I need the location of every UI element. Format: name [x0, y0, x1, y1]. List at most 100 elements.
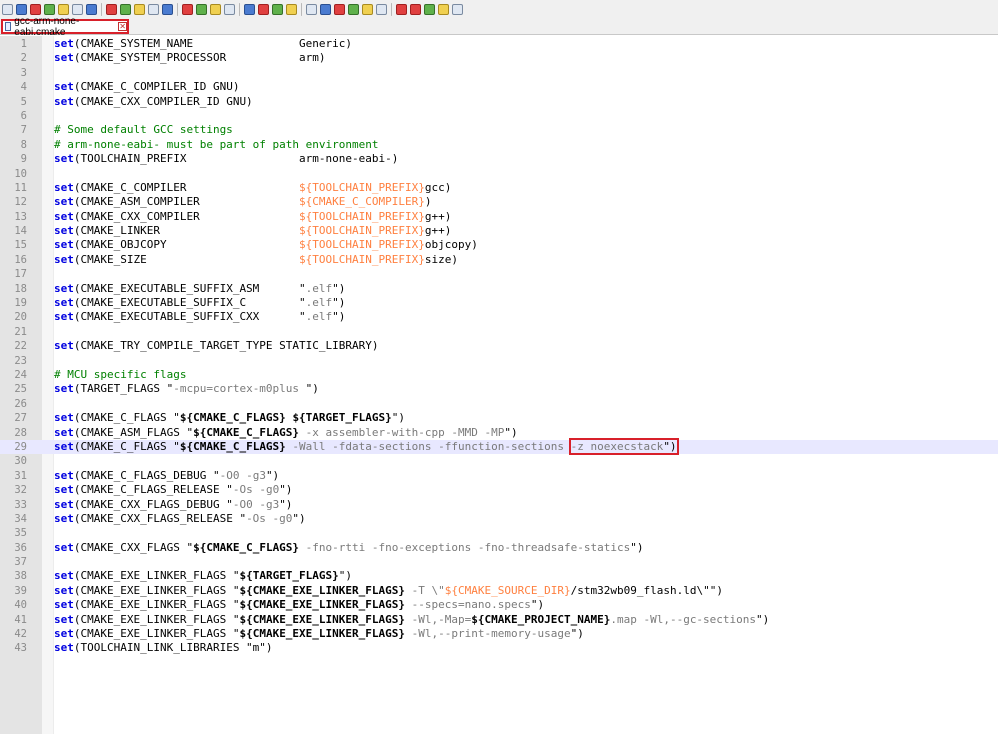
code-text: set(CMAKE_EXECUTABLE_SUFFIX_CXX ".elf"): [54, 310, 345, 324]
new-file-icon[interactable]: [2, 3, 13, 15]
code-line[interactable]: 35: [0, 526, 998, 540]
zoom-out-icon[interactable]: [224, 3, 235, 15]
code-text: # Some default GCC settings: [54, 123, 233, 137]
code-line[interactable]: 17: [0, 267, 998, 281]
code-token: "): [338, 569, 353, 583]
code-text: set(CMAKE_EXE_LINKER_FLAGS "${CMAKE_EXE_…: [54, 613, 769, 627]
code-line[interactable]: 27 set(CMAKE_C_FLAGS "${CMAKE_C_FLAGS} ${…: [0, 411, 998, 425]
code-token: "): [265, 468, 280, 482]
code-line[interactable]: 6: [0, 109, 998, 123]
run-macro-icon[interactable]: [438, 3, 449, 15]
code-line[interactable]: 12 set(CMAKE_ASM_COMPILER ${CMAKE_C_COMPI…: [0, 195, 998, 209]
monitoring-icon[interactable]: [376, 3, 387, 15]
code-line[interactable]: 22 set(CMAKE_TRY_COMPILE_TARGET_TYPE STAT…: [0, 339, 998, 353]
save-all-icon[interactable]: [44, 3, 55, 15]
code-line[interactable]: 40 set(CMAKE_EXE_LINKER_FLAGS "${CMAKE_EX…: [0, 598, 998, 612]
open-file-icon[interactable]: [16, 3, 27, 15]
code-line[interactable]: 34 set(CMAKE_CXX_FLAGS_RELEASE "-Os -g0"): [0, 512, 998, 526]
doc-map-icon[interactable]: [334, 3, 345, 15]
string: -Wall -fdata-sections -ffunction-section…: [285, 439, 571, 453]
code-line[interactable]: 16 set(CMAKE_SIZE ${TOOLCHAIN_PREFIX}size…: [0, 253, 998, 267]
code-line[interactable]: 41 set(CMAKE_EXE_LINKER_FLAGS "${CMAKE_EX…: [0, 613, 998, 627]
code-line[interactable]: 37: [0, 555, 998, 569]
copy-icon[interactable]: [120, 3, 131, 15]
sync-vertical-icon[interactable]: [244, 3, 255, 15]
code-text: # MCU specific flags: [54, 368, 186, 382]
undo-icon[interactable]: [148, 3, 159, 15]
code-line[interactable]: 31 set(CMAKE_C_FLAGS_DEBUG "-O0 -g3"): [0, 469, 998, 483]
code-line[interactable]: 43 set(TOOLCHAIN_LINK_LIBRARIES "m"): [0, 641, 998, 655]
code-line[interactable]: 14 set(CMAKE_LINKER ${TOOLCHAIN_PREFIX}g+…: [0, 224, 998, 238]
code-text: set(CMAKE_TRY_COMPILE_TARGET_TYPE STATIC…: [54, 339, 379, 353]
code-line[interactable]: 24 # MCU specific flags: [0, 368, 998, 382]
comment: # Some default GCC settings: [54, 123, 233, 137]
code-line[interactable]: 11 set(CMAKE_C_COMPILER ${TOOLCHAIN_PREFI…: [0, 181, 998, 195]
toolbar-separator: [391, 2, 392, 16]
replace-icon[interactable]: [196, 3, 207, 15]
paste-icon[interactable]: [134, 3, 145, 15]
word-wrap-icon[interactable]: [272, 3, 283, 15]
code-lines[interactable]: 1 set(CMAKE_SYSTEM_NAME Generic) 2 set(CMAK…: [0, 37, 998, 656]
variable-reference: ${CMAKE_PROJECT_NAME}: [471, 612, 611, 626]
code-token: (CMAKE_CXX_COMPILER_ID GNU): [73, 94, 253, 108]
code-editor[interactable]: 1 set(CMAKE_SYSTEM_NAME Generic) 2 set(CMAK…: [0, 36, 998, 734]
variable: ${TOOLCHAIN_PREFIX}: [299, 224, 425, 238]
cut-icon[interactable]: [106, 3, 117, 15]
code-line[interactable]: 5 set(CMAKE_CXX_COMPILER_ID GNU): [0, 95, 998, 109]
code-line[interactable]: 1 set(CMAKE_SYSTEM_NAME Generic): [0, 37, 998, 51]
code-line[interactable]: 26: [0, 397, 998, 411]
code-line[interactable]: 39 set(CMAKE_EXE_LINKER_FLAGS "${CMAKE_EX…: [0, 584, 998, 598]
code-line[interactable]: 32 set(CMAKE_C_FLAGS_RELEASE "-Os -g0"): [0, 483, 998, 497]
code-text: set(CMAKE_CXX_FLAGS "${CMAKE_C_FLAGS} -f…: [54, 541, 643, 555]
indent-guide-icon[interactable]: [306, 3, 317, 15]
code-line[interactable]: 21: [0, 325, 998, 339]
code-line[interactable]: 19 set(CMAKE_EXECUTABLE_SUFFIX_C ".elf"): [0, 296, 998, 310]
code-line[interactable]: 28 set(CMAKE_ASM_FLAGS "${CMAKE_C_FLAGS} …: [0, 426, 998, 440]
keyword: set: [54, 238, 74, 252]
code-line[interactable]: 25 set(TARGET_FLAGS "-mcpu=cortex-m0plus …: [0, 382, 998, 396]
sync-horizontal-icon[interactable]: [258, 3, 269, 15]
keyword: set: [54, 94, 74, 108]
code-line[interactable]: 20 set(CMAKE_EXECUTABLE_SUFFIX_CXX ".elf"…: [0, 310, 998, 324]
code-line[interactable]: 15 set(CMAKE_OBJCOPY ${TOOLCHAIN_PREFIX}o…: [0, 238, 998, 252]
print-icon[interactable]: [86, 3, 97, 15]
close-all-icon[interactable]: [72, 3, 83, 15]
code-line[interactable]: 10: [0, 167, 998, 181]
code-line[interactable]: 29 set(CMAKE_C_FLAGS "${CMAKE_C_FLAGS} -W…: [0, 437, 998, 455]
file-tab[interactable]: gcc-arm-none-eabi.cmake ✕: [1, 16, 129, 38]
keyword: set: [54, 152, 74, 166]
function-list-icon[interactable]: [348, 3, 359, 15]
record-macro-icon[interactable]: [396, 3, 407, 15]
find-icon[interactable]: [182, 3, 193, 15]
code-token: "): [391, 411, 406, 425]
code-line[interactable]: 38 set(CMAKE_EXE_LINKER_FLAGS "${TARGET_F…: [0, 569, 998, 583]
code-line[interactable]: 30: [0, 454, 998, 468]
string: --specs=nano.specs: [405, 598, 531, 612]
redo-icon[interactable]: [162, 3, 173, 15]
folder-workspace-icon[interactable]: [362, 3, 373, 15]
code-line[interactable]: 4 set(CMAKE_C_COMPILER_ID GNU): [0, 80, 998, 94]
save-icon[interactable]: [30, 3, 41, 15]
user-language-icon[interactable]: [320, 3, 331, 15]
code-line[interactable]: 3: [0, 66, 998, 80]
code-line[interactable]: 9 set(TOOLCHAIN_PREFIX arm-none-eabi-): [0, 152, 998, 166]
code-line[interactable]: 33 set(CMAKE_CXX_FLAGS_DEBUG "-O0 -g3"): [0, 498, 998, 512]
code-line[interactable]: 23: [0, 354, 998, 368]
code-line[interactable]: 36 set(CMAKE_CXX_FLAGS "${CMAKE_C_FLAGS} …: [0, 541, 998, 555]
save-macro-icon[interactable]: [452, 3, 463, 15]
play-macro-icon[interactable]: [424, 3, 435, 15]
zoom-in-icon[interactable]: [210, 3, 221, 15]
show-all-chars-icon[interactable]: [286, 3, 297, 15]
code-line[interactable]: 13 set(CMAKE_CXX_COMPILER ${TOOLCHAIN_PRE…: [0, 210, 998, 224]
code-line[interactable]: 2 set(CMAKE_SYSTEM_PROCESSOR arm): [0, 51, 998, 65]
stop-macro-icon[interactable]: [410, 3, 421, 15]
string: .map -Wl,--gc-sections: [610, 612, 757, 626]
code-line[interactable]: 42 set(CMAKE_EXE_LINKER_FLAGS "${CMAKE_EX…: [0, 627, 998, 641]
code-line[interactable]: 7 # Some default GCC settings: [0, 123, 998, 137]
close-icon[interactable]: [58, 3, 69, 15]
line-number: 6: [20, 109, 27, 122]
code-line[interactable]: 8 # arm-none-eabi- must be part of path e…: [0, 138, 998, 152]
code-line[interactable]: 18 set(CMAKE_EXECUTABLE_SUFFIX_ASM ".elf"…: [0, 282, 998, 296]
close-tab-icon[interactable]: ✕: [118, 22, 127, 31]
variable: ${TOOLCHAIN_PREFIX}: [299, 180, 425, 194]
